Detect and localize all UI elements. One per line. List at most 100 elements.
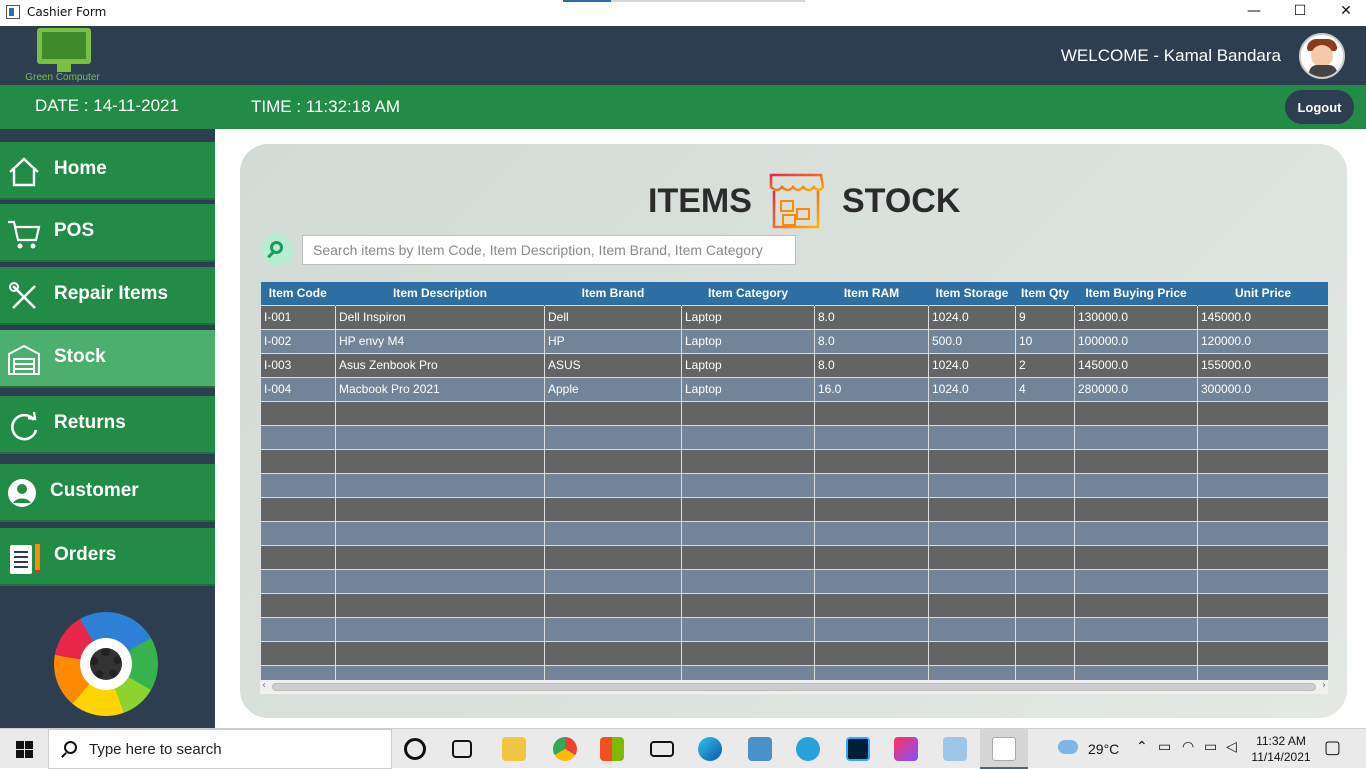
close-button[interactable]: ✕ [1323,0,1366,22]
table-cell[interactable] [260,640,336,666]
table-row[interactable] [260,568,1328,594]
table-cell[interactable] [814,640,929,666]
java-app-taskbar-button[interactable] [980,729,1028,769]
table-cell[interactable] [1197,544,1328,570]
table-cell[interactable] [544,448,682,474]
sidebar-item-repair-items[interactable]: Repair Items [0,267,215,325]
sidebar-item-pos[interactable]: POS [0,204,215,262]
table-cell[interactable]: 8.0 [814,304,929,330]
table-cell[interactable] [814,616,929,642]
table-row[interactable] [260,520,1328,546]
table-cell[interactable] [1074,544,1198,570]
table-cell[interactable] [1015,520,1075,546]
table-cell[interactable] [814,544,929,570]
table-cell[interactable] [928,592,1016,618]
table-cell[interactable] [814,592,929,618]
table-cell[interactable] [544,640,682,666]
table-cell[interactable] [1074,424,1198,450]
table-cell[interactable] [681,544,815,570]
table-cell[interactable] [260,520,336,546]
table-cell[interactable] [1197,448,1328,474]
table-cell[interactable]: 1024.0 [928,376,1016,402]
table-cell[interactable] [335,520,545,546]
table-cell[interactable]: 145000.0 [1197,304,1328,330]
table-cell[interactable] [1074,568,1198,594]
table-cell[interactable] [260,616,336,642]
table-cell[interactable]: 1024.0 [928,352,1016,378]
table-cell[interactable] [1197,520,1328,546]
cortana-icon[interactable] [404,738,426,760]
table-cell[interactable]: 10 [1015,328,1075,354]
table-cell[interactable] [1074,472,1198,498]
table-cell[interactable]: Dell Inspiron [335,304,545,330]
table-cell[interactable]: HP envy M4 [335,328,545,354]
table-cell[interactable] [544,496,682,522]
search-input[interactable] [302,235,796,265]
table-cell[interactable]: 130000.0 [1074,304,1198,330]
table-cell[interactable] [1197,496,1328,522]
table-cell[interactable] [335,592,545,618]
table-cell[interactable] [1197,592,1328,618]
table-cell[interactable] [1074,400,1198,426]
table-cell[interactable] [928,400,1016,426]
sidebar-item-home[interactable]: Home [0,142,215,200]
weather-icon[interactable] [1058,740,1078,754]
store-icon[interactable] [600,737,624,761]
table-cell[interactable] [681,496,815,522]
photoshop-icon[interactable] [846,737,870,761]
table-cell[interactable] [335,568,545,594]
table-cell[interactable] [1015,568,1075,594]
table-cell[interactable]: 500.0 [928,328,1016,354]
table-row[interactable] [260,424,1328,450]
table-row[interactable] [260,592,1328,618]
settings-gear-icon[interactable] [54,612,158,716]
table-cell[interactable] [928,640,1016,666]
table-cell[interactable]: 280000.0 [1074,376,1198,402]
table-cell[interactable] [1197,568,1328,594]
table-cell[interactable] [1197,400,1328,426]
table-cell[interactable]: 8.0 [814,352,929,378]
table-row[interactable] [260,496,1328,522]
chevron-up-icon[interactable]: ⌃ [1136,739,1148,755]
table-cell[interactable] [260,568,336,594]
table-row[interactable] [260,544,1328,570]
maximize-button[interactable]: ☐ [1277,0,1323,22]
table-cell[interactable] [1074,616,1198,642]
table-cell[interactable] [814,472,929,498]
telegram-icon[interactable] [796,737,820,761]
table-cell[interactable] [260,448,336,474]
table-cell[interactable]: Laptop [681,328,815,354]
table-row[interactable] [260,472,1328,498]
table-cell[interactable] [1015,400,1075,426]
column-header[interactable]: Item Category [681,282,815,305]
table-row[interactable]: I-004 Macbook Pro 2021 Apple Laptop 16.0 1024… [260,376,1328,402]
computer-icon[interactable] [748,737,772,761]
table-cell[interactable]: Asus Zenbook Pro [335,352,545,378]
table-cell[interactable] [928,568,1016,594]
table-cell[interactable] [1074,520,1198,546]
table-cell[interactable] [1197,424,1328,450]
table-cell[interactable] [1074,640,1198,666]
table-row[interactable] [260,616,1328,642]
table-cell[interactable]: Dell [544,304,682,330]
table-cell[interactable] [681,640,815,666]
table-cell[interactable] [260,592,336,618]
table-cell[interactable] [544,400,682,426]
table-cell[interactable] [335,640,545,666]
task-view-icon[interactable] [452,740,472,758]
table-cell[interactable]: 145000.0 [1074,352,1198,378]
table-cell[interactable] [335,400,545,426]
scroll-right-icon[interactable]: › [1322,680,1326,691]
table-row[interactable]: I-002 HP envy M4 HP Laptop 8.0 500.0 10 100000.… [260,328,1328,354]
table-cell[interactable] [814,520,929,546]
table-cell[interactable] [1015,448,1075,474]
avatar[interactable] [1299,33,1345,79]
table-cell[interactable] [681,448,815,474]
table-cell[interactable] [1015,424,1075,450]
table-cell[interactable] [814,568,929,594]
table-cell[interactable] [544,568,682,594]
table-row[interactable]: I-003 Asus Zenbook Pro ASUS Laptop 8.0 1024.0… [260,352,1328,378]
table-cell[interactable] [681,568,815,594]
wifi-icon[interactable]: ◠ [1182,739,1194,755]
sidebar-item-stock[interactable]: Stock [0,330,215,388]
